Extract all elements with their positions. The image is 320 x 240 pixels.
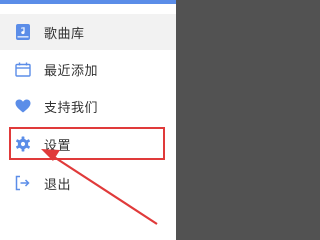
- drawer-scrim-overlay[interactable]: [176, 0, 320, 240]
- menu-item-label: 歌曲库: [44, 26, 85, 42]
- calendar-icon: [14, 60, 32, 78]
- logout-icon: [14, 174, 32, 192]
- menu-item-label: 设置: [44, 138, 72, 154]
- menu-item-label: 退出: [44, 177, 72, 193]
- menu-item-recently-added[interactable]: 最近添加: [0, 51, 176, 87]
- menu-item-support-us[interactable]: 支持我们: [0, 88, 176, 124]
- drawer-header-strip: [0, 0, 176, 4]
- navigation-drawer: 歌曲库 最近添加 支持我们 设置 退出: [0, 0, 176, 240]
- menu-item-settings[interactable]: 设置: [0, 126, 176, 162]
- music-library-icon: [14, 23, 32, 41]
- app-screen: 歌曲库 最近添加 支持我们 设置 退出: [0, 0, 320, 240]
- menu-item-song-library[interactable]: 歌曲库: [0, 14, 176, 50]
- menu-item-label: 支持我们: [44, 100, 99, 116]
- menu-item-logout[interactable]: 退出: [0, 165, 176, 201]
- heart-icon: [14, 97, 32, 115]
- gear-icon: [14, 135, 32, 153]
- menu-item-label: 最近添加: [44, 63, 99, 79]
